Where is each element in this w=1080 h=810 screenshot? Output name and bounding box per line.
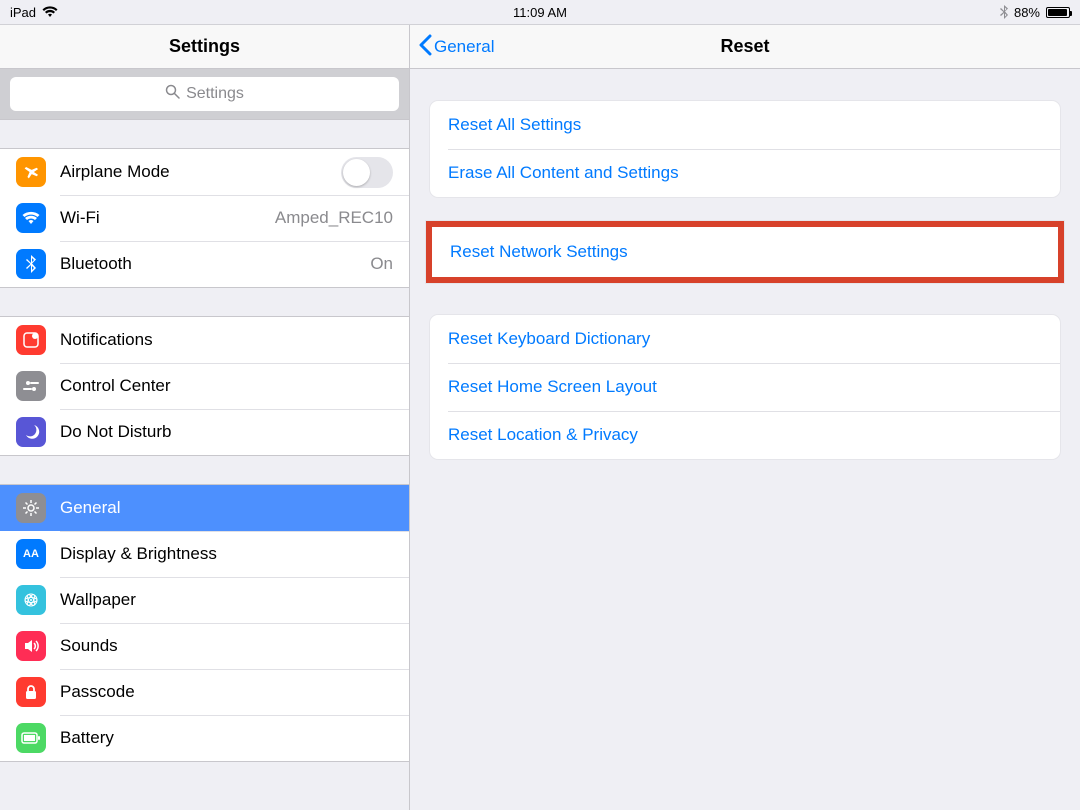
- bluetooth-icon: [1000, 5, 1008, 19]
- sidebar-item-wifi[interactable]: Wi-Fi Amped_REC10: [0, 195, 409, 241]
- search-wrap: Settings: [0, 69, 409, 120]
- settings-sidebar: Settings Settings Airplane Mode: [0, 25, 410, 810]
- back-label: General: [434, 37, 494, 57]
- notifications-label: Notifications: [60, 330, 393, 350]
- display-icon: AA: [16, 539, 46, 569]
- reset-all-label: Reset All Settings: [448, 115, 581, 135]
- airplane-label: Airplane Mode: [60, 162, 341, 182]
- sidebar-item-display[interactable]: AA Display & Brightness: [0, 531, 409, 577]
- sidebar-group-alerts: Notifications Control Center Do Not Dist…: [0, 316, 409, 456]
- reset-keyboard-label: Reset Keyboard Dictionary: [448, 329, 650, 349]
- detail-title: Reset: [720, 36, 769, 57]
- wifi-value: Amped_REC10: [275, 208, 393, 228]
- dnd-label: Do Not Disturb: [60, 422, 393, 442]
- sidebar-item-bluetooth[interactable]: Bluetooth On: [0, 241, 409, 287]
- reset-group-2-highlighted: Reset Network Settings: [426, 221, 1064, 283]
- reset-home-screen-layout[interactable]: Reset Home Screen Layout: [430, 363, 1060, 411]
- search-input[interactable]: Settings: [10, 77, 399, 111]
- search-placeholder: Settings: [186, 85, 244, 103]
- search-icon: [165, 84, 180, 104]
- notifications-icon: [16, 325, 46, 355]
- chevron-left-icon: [418, 34, 432, 61]
- sounds-label: Sounds: [60, 636, 393, 656]
- control-center-label: Control Center: [60, 376, 393, 396]
- reset-network-label: Reset Network Settings: [450, 242, 628, 262]
- sidebar-group-connectivity: Airplane Mode Wi-Fi Amped_REC10 Bluetoot…: [0, 148, 409, 288]
- battery-icon: [1046, 7, 1070, 18]
- passcode-label: Passcode: [60, 682, 393, 702]
- sidebar-title: Settings: [0, 25, 409, 69]
- reset-location-privacy[interactable]: Reset Location & Privacy: [430, 411, 1060, 459]
- sidebar-item-airplane[interactable]: Airplane Mode: [0, 149, 409, 195]
- battery-label: Battery: [60, 728, 393, 748]
- erase-all-content[interactable]: Erase All Content and Settings: [430, 149, 1060, 197]
- bluetooth-row-icon: [16, 249, 46, 279]
- sidebar-item-passcode[interactable]: Passcode: [0, 669, 409, 715]
- wifi-label: Wi-Fi: [60, 208, 275, 228]
- control-center-icon: [16, 371, 46, 401]
- bluetooth-label: Bluetooth: [60, 254, 370, 274]
- sidebar-group-device: General AA Display & Brightness Wallpape…: [0, 484, 409, 762]
- clock: 11:09 AM: [513, 5, 567, 20]
- wifi-row-icon: [16, 203, 46, 233]
- erase-all-label: Erase All Content and Settings: [448, 163, 679, 183]
- sounds-icon: [16, 631, 46, 661]
- reset-group-3: Reset Keyboard Dictionary Reset Home Scr…: [430, 315, 1060, 459]
- reset-all-settings[interactable]: Reset All Settings: [430, 101, 1060, 149]
- device-name: iPad: [10, 5, 36, 20]
- reset-location-label: Reset Location & Privacy: [448, 425, 638, 445]
- general-label: General: [60, 498, 393, 518]
- passcode-icon: [16, 677, 46, 707]
- wallpaper-label: Wallpaper: [60, 590, 393, 610]
- sidebar-item-wallpaper[interactable]: Wallpaper: [0, 577, 409, 623]
- sidebar-item-notifications[interactable]: Notifications: [0, 317, 409, 363]
- back-button[interactable]: General: [418, 25, 494, 69]
- sidebar-item-dnd[interactable]: Do Not Disturb: [0, 409, 409, 455]
- reset-network-settings[interactable]: Reset Network Settings: [432, 227, 1058, 277]
- sidebar-item-battery[interactable]: Battery: [0, 715, 409, 761]
- sidebar-item-sounds[interactable]: Sounds: [0, 623, 409, 669]
- sidebar-item-general[interactable]: General: [0, 485, 409, 531]
- battery-percent: 88%: [1014, 5, 1040, 20]
- battery-row-icon: [16, 723, 46, 753]
- reset-keyboard-dictionary[interactable]: Reset Keyboard Dictionary: [430, 315, 1060, 363]
- detail-pane: General Reset Reset All Settings Erase A…: [410, 25, 1080, 810]
- status-bar: iPad 11:09 AM 88%: [0, 0, 1080, 24]
- bluetooth-value: On: [370, 254, 393, 274]
- airplane-icon: [16, 157, 46, 187]
- general-icon: [16, 493, 46, 523]
- display-label: Display & Brightness: [60, 544, 393, 564]
- sidebar-item-control-center[interactable]: Control Center: [0, 363, 409, 409]
- detail-header: General Reset: [410, 25, 1080, 69]
- reset-home-label: Reset Home Screen Layout: [448, 377, 657, 397]
- reset-group-1: Reset All Settings Erase All Content and…: [430, 101, 1060, 197]
- wifi-icon: [42, 6, 58, 18]
- airplane-toggle[interactable]: [341, 157, 393, 188]
- wallpaper-icon: [16, 585, 46, 615]
- dnd-icon: [16, 417, 46, 447]
